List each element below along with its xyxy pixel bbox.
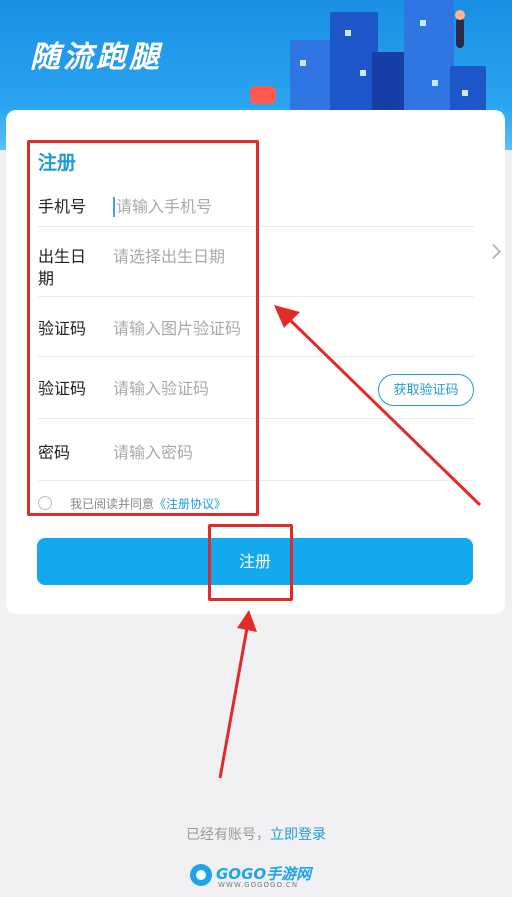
login-prompt: 已经有账号，立即登录 — [0, 824, 512, 844]
gogo-logo-icon — [190, 864, 212, 886]
has-account-text: 已经有账号， — [186, 827, 270, 843]
arrow-head — [237, 610, 257, 632]
arrow-line — [218, 627, 249, 779]
login-link[interactable]: 立即登录 — [270, 827, 326, 843]
logo-subtext: WWW.GOGOGO.CN — [218, 881, 299, 889]
arrow-line — [286, 316, 482, 507]
annotation-arrows — [218, 305, 482, 779]
watermark-logo: GOGO手游网 WWW.GOGOGO.CN — [190, 862, 320, 890]
